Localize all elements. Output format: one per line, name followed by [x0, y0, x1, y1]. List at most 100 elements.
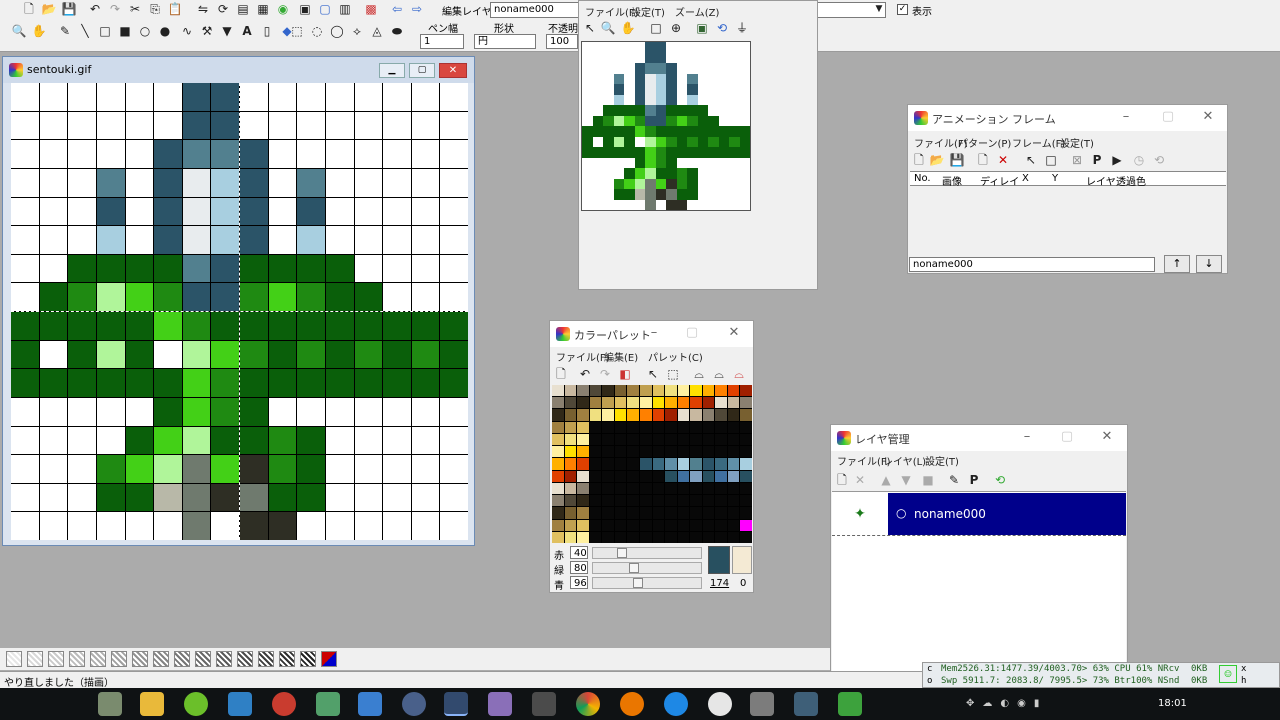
pixel-cell[interactable] [68, 483, 96, 512]
edit-layer-icon[interactable]: ✎ [945, 471, 963, 489]
pixel-cell[interactable] [11, 369, 39, 397]
palette-swatch[interactable] [564, 385, 577, 397]
pixel-cell[interactable] [154, 397, 182, 426]
palette-swatch[interactable] [577, 385, 589, 397]
pixel-cell[interactable] [211, 283, 239, 311]
anim-menu-pattern[interactable]: パターン(P) [958, 135, 1011, 150]
delete-layer-icon[interactable]: ✕ [851, 471, 869, 489]
palette-swatch[interactable] [552, 482, 564, 495]
pixel-cell[interactable] [182, 340, 211, 369]
pixel-cell[interactable] [411, 340, 440, 369]
settings-gear-icon[interactable] [402, 692, 426, 716]
palette-swatch[interactable] [740, 531, 752, 543]
palette-swatch[interactable] [727, 519, 740, 531]
fill-pattern-swatch[interactable] [216, 651, 232, 667]
palette-swatch[interactable] [602, 495, 614, 507]
pixel-cell[interactable] [125, 397, 154, 426]
col-delay[interactable]: ディレイ [980, 173, 1019, 188]
mosaic-icon[interactable]: ▩ [362, 0, 380, 18]
pixel-cell[interactable] [297, 340, 325, 369]
palette-swatch[interactable] [702, 446, 715, 458]
palette-swatch[interactable] [639, 519, 652, 531]
pixel-cell[interactable] [39, 83, 68, 111]
pixel-cell[interactable] [96, 483, 125, 512]
save-icon[interactable]: 💾 [60, 0, 78, 18]
pixel-cell[interactable] [211, 197, 239, 226]
pixel-cell[interactable] [354, 455, 383, 483]
gradient3-icon[interactable]: ⌓ [730, 365, 748, 383]
pixel-cell[interactable] [383, 397, 411, 426]
pixel-cell[interactable] [383, 312, 411, 340]
palette-swatch[interactable] [614, 433, 627, 446]
pixel-cell[interactable] [325, 197, 354, 226]
palette-swatch[interactable] [614, 531, 627, 543]
pixel-cell[interactable] [68, 226, 96, 254]
red-app-icon[interactable] [272, 692, 296, 716]
pixel-cell[interactable] [383, 426, 411, 455]
palette-swatch[interactable] [690, 495, 702, 507]
pixel-cell[interactable] [297, 226, 325, 254]
pixel-cell[interactable] [96, 140, 125, 168]
pixel-cell[interactable] [297, 397, 325, 426]
pixel-cell[interactable] [39, 312, 68, 340]
cut-icon[interactable]: ✂ [126, 0, 144, 18]
green-slider[interactable] [592, 562, 702, 574]
palette-swatch[interactable] [564, 531, 577, 543]
pixel-cell[interactable] [96, 254, 125, 283]
close-button[interactable]: ✕ [1200, 109, 1216, 125]
pixel-cell[interactable] [440, 340, 468, 369]
pixel-cell[interactable] [125, 512, 154, 540]
palette-swatch[interactable] [652, 458, 665, 470]
palette-swatch[interactable] [552, 397, 564, 409]
pixel-cell[interactable] [154, 455, 182, 483]
pixel-cell[interactable] [39, 254, 68, 283]
palette-swatch[interactable] [627, 495, 639, 507]
palette-swatch[interactable] [589, 397, 602, 409]
palette-swatch[interactable] [627, 385, 639, 397]
palette-swatch[interactable] [702, 482, 715, 495]
fill-pattern-swatch[interactable] [279, 651, 295, 667]
palette-swatch[interactable] [677, 397, 690, 409]
pixel-cell[interactable] [211, 397, 239, 426]
ellipse-icon[interactable]: ○ [136, 22, 154, 40]
palette-swatch[interactable] [715, 531, 727, 543]
new-file-icon[interactable]: 🗋 [20, 0, 38, 18]
palette-swatch[interactable] [652, 519, 665, 531]
layer-menu-layer[interactable]: レイヤ(L) [883, 453, 926, 468]
palette-swatch[interactable] [552, 470, 564, 482]
paint-app-icon[interactable] [488, 692, 512, 716]
image-icon[interactable]: ▣ [693, 19, 711, 37]
green-app-icon[interactable] [184, 692, 208, 716]
palette-swatch[interactable] [665, 433, 677, 446]
pixel-cell[interactable] [125, 426, 154, 455]
pixel-cell[interactable] [297, 197, 325, 226]
palette-swatch[interactable] [727, 507, 740, 519]
pixel-cell[interactable] [383, 512, 411, 540]
palette-swatch[interactable] [702, 397, 715, 409]
dark-app-icon[interactable] [532, 692, 556, 716]
curve-icon[interactable]: ∿ [178, 22, 196, 40]
palette-swatch[interactable] [715, 397, 727, 409]
palette-swatch[interactable] [740, 507, 752, 519]
pixel-cell[interactable] [411, 455, 440, 483]
palette-swatch[interactable] [665, 397, 677, 409]
anim-menu-frame[interactable]: フレーム(F) [1012, 135, 1065, 150]
palette-swatch[interactable] [715, 385, 727, 397]
frame-icon[interactable]: □ [1042, 151, 1060, 169]
palette-swatch[interactable] [564, 507, 577, 519]
pixel-cell[interactable] [325, 168, 354, 197]
palette-swatch[interactable] [652, 385, 665, 397]
palette-swatch[interactable] [715, 495, 727, 507]
palette-swatch[interactable] [577, 446, 589, 458]
palette-swatch[interactable] [589, 433, 602, 446]
palette-swatch[interactable] [639, 507, 652, 519]
pixel-cell[interactable] [440, 283, 468, 311]
palette-swatch[interactable] [665, 421, 677, 433]
palette-swatch[interactable] [702, 519, 715, 531]
polygon-icon[interactable]: ◬ [368, 22, 386, 40]
palette-swatch[interactable] [552, 531, 564, 543]
maximize-button[interactable]: ▢ [409, 63, 435, 78]
pixel-cell[interactable] [325, 369, 354, 397]
palette-swatch[interactable] [702, 458, 715, 470]
pixel-cell[interactable] [325, 312, 354, 340]
